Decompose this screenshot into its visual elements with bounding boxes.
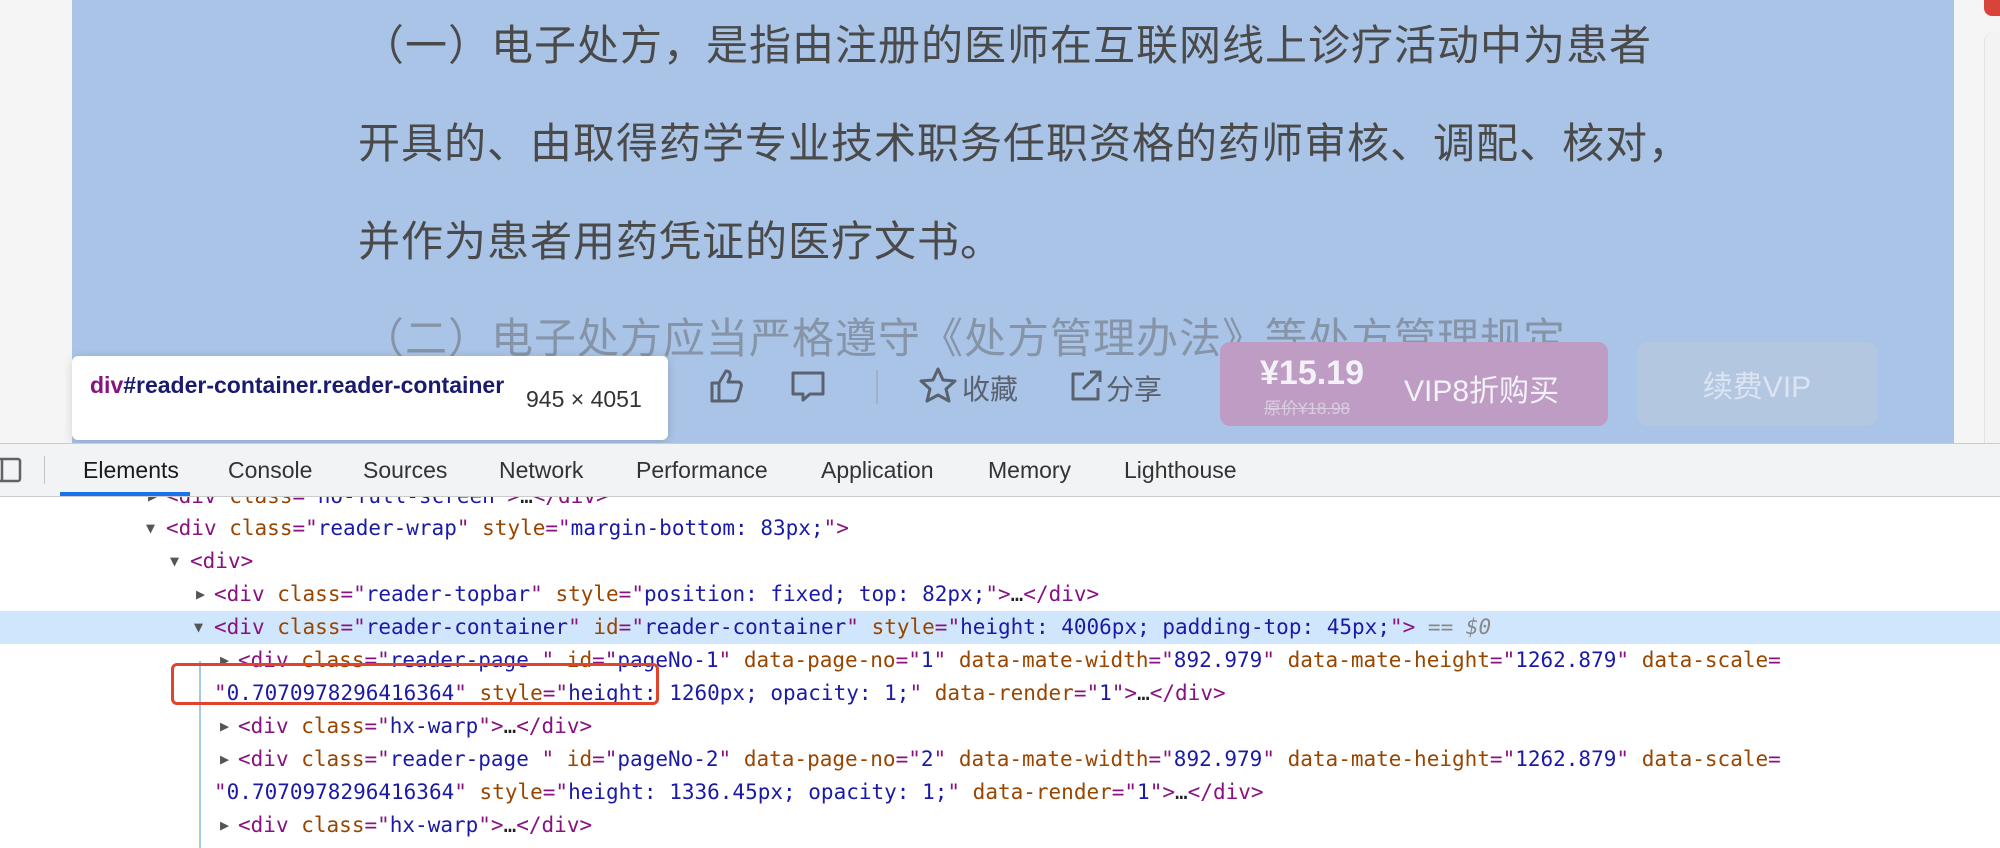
tooltip-size: 945 × 4051 bbox=[526, 386, 642, 412]
buy-label: VIP8折购买 bbox=[1404, 375, 1560, 408]
tab-console[interactable]: Console bbox=[228, 457, 312, 484]
action-divider bbox=[876, 370, 878, 404]
tooltip-selector-rest: #reader-container.reader-container bbox=[123, 372, 505, 398]
dom-node-line-continuation[interactable]: "0.7070978296416364" style="height: 1336… bbox=[0, 776, 2000, 809]
dom-node-line[interactable]: ▶ <div class="hx-warp">…</div> bbox=[0, 710, 2000, 743]
expand-triangle-icon[interactable]: ▶ bbox=[220, 809, 229, 842]
expand-triangle-icon[interactable]: ▶ bbox=[196, 578, 205, 611]
dom-tree: ▶ <div class="no-full-screen">…</div> ▼ … bbox=[0, 497, 2000, 848]
dom-node-line[interactable]: ▼ <div class="reader-wrap" style="margin… bbox=[0, 512, 2000, 545]
renew-vip-button[interactable]: 续费VIP bbox=[1637, 342, 1877, 426]
dom-node-line[interactable]: ▶ <div class="reader-topbar" style="posi… bbox=[0, 578, 2000, 611]
tooltip-selector: div#reader-container.reader-container bbox=[90, 370, 510, 401]
collapse-triangle-icon[interactable]: ▼ bbox=[194, 611, 203, 644]
tooltip-tag: div bbox=[90, 372, 124, 398]
buy-price: ¥15.19 bbox=[1260, 354, 1364, 392]
expand-triangle-icon[interactable]: ▶ bbox=[148, 497, 157, 513]
thumbs-up-icon[interactable] bbox=[700, 360, 752, 412]
share-label[interactable]: 分享 bbox=[1106, 368, 1162, 408]
active-tab-indicator bbox=[60, 492, 190, 496]
document-line-1: （一）电子处方，是指由注册的医师在互联网线上诊疗活动中为患者 bbox=[362, 21, 1653, 70]
page-viewport: （一）电子处方，是指由注册的医师在互联网线上诊疗活动中为患者 开具的、由取得药学… bbox=[0, 0, 2000, 443]
tab-separator bbox=[44, 456, 45, 484]
tab-application[interactable]: Application bbox=[821, 457, 934, 484]
tab-performance[interactable]: Performance bbox=[636, 457, 768, 484]
side-panel-edge bbox=[1984, 32, 2000, 443]
dom-node-line[interactable]: ▶ <div class="no-full-screen">…</div> bbox=[0, 497, 2000, 513]
document-line-2: 开具的、由取得药学专业技术职务任职资格的药师审核、调配、核对， bbox=[358, 119, 1692, 168]
dom-node-line[interactable]: ▼ <div> bbox=[0, 545, 2000, 578]
notification-dot bbox=[1984, 0, 2000, 16]
tab-elements[interactable]: Elements bbox=[83, 457, 179, 484]
comment-icon[interactable] bbox=[782, 360, 834, 412]
element-inspect-tooltip: div#reader-container.reader-container 94… bbox=[72, 356, 668, 440]
expand-triangle-icon[interactable]: ▶ bbox=[220, 710, 229, 743]
collapse-triangle-icon[interactable]: ▼ bbox=[146, 512, 155, 545]
star-icon[interactable] bbox=[912, 360, 964, 412]
tab-sources[interactable]: Sources bbox=[363, 457, 447, 484]
vip-discount-buy-button[interactable]: ¥15.19 原价¥18.98 VIP8折购买 bbox=[1220, 342, 1608, 426]
devtools-panel: Elements Console Sources Network Perform… bbox=[0, 443, 2000, 848]
share-icon[interactable] bbox=[1060, 360, 1112, 412]
devtools-tab-bar: Elements Console Sources Network Perform… bbox=[0, 444, 2000, 497]
document-line-3: 并作为患者用药凭证的医疗文书。 bbox=[358, 217, 1004, 266]
tab-network[interactable]: Network bbox=[499, 457, 583, 484]
annotation-highlight-box bbox=[171, 663, 659, 705]
buy-original-price: 原价¥18.98 bbox=[1264, 399, 1350, 418]
device-toggle-icon[interactable] bbox=[0, 456, 26, 484]
tab-memory[interactable]: Memory bbox=[988, 457, 1071, 484]
dom-node-line[interactable]: ▶ <div class="reader-page " id="pageNo-2… bbox=[0, 743, 2000, 776]
tab-lighthouse[interactable]: Lighthouse bbox=[1124, 457, 1237, 484]
dom-node-line[interactable]: ▶ <div class="hx-warp">…</div> bbox=[0, 809, 2000, 842]
collapse-triangle-icon[interactable]: ▼ bbox=[170, 545, 179, 578]
dom-node-line-selected[interactable]: ▼ <div class="reader-container" id="read… bbox=[0, 611, 2000, 644]
favorite-label[interactable]: 收藏 bbox=[962, 368, 1018, 408]
expand-triangle-icon[interactable]: ▶ bbox=[220, 743, 229, 776]
